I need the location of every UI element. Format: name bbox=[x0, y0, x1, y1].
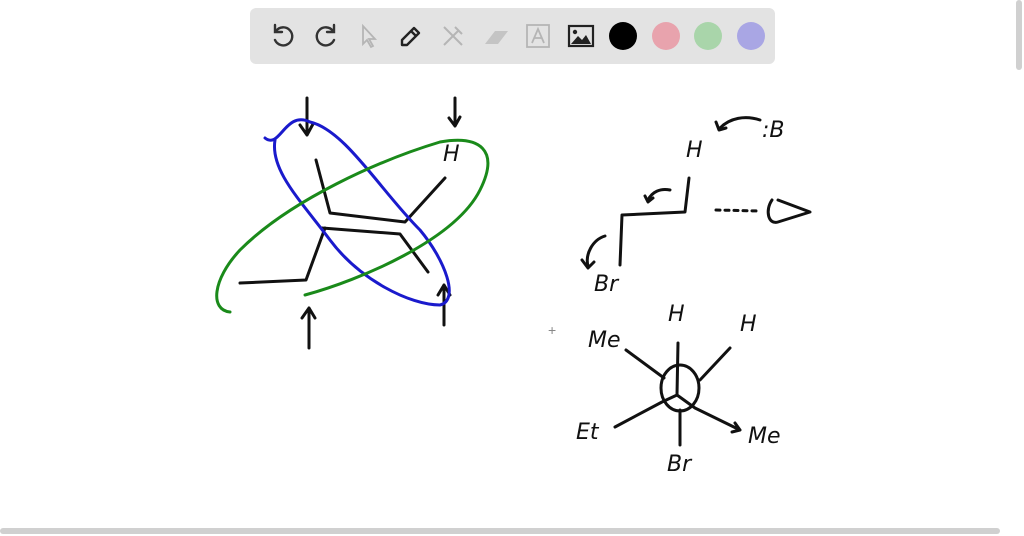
label-h: H bbox=[686, 138, 703, 163]
redo-icon bbox=[315, 23, 335, 47]
color-green[interactable] bbox=[687, 16, 730, 56]
select-tool[interactable] bbox=[347, 16, 390, 56]
text-tool[interactable] bbox=[517, 16, 560, 56]
color-purple[interactable] bbox=[730, 16, 773, 56]
vertical-scrollbar[interactable] bbox=[1016, 0, 1022, 70]
undo-button[interactable] bbox=[262, 16, 305, 56]
cursor-crosshair-icon: + bbox=[548, 322, 557, 338]
label-h: H bbox=[668, 302, 685, 327]
label-br: Br bbox=[594, 272, 619, 297]
pencil-icon bbox=[400, 26, 420, 47]
undo-icon bbox=[274, 23, 294, 47]
color-swatch bbox=[694, 22, 723, 50]
hammer-wrench-icon bbox=[443, 26, 463, 46]
label-me: Me bbox=[748, 424, 781, 449]
eraser-icon bbox=[484, 31, 508, 44]
label-et: Et bbox=[576, 420, 599, 445]
label-br: Br bbox=[667, 452, 692, 477]
color-swatch bbox=[736, 22, 765, 50]
text-box-icon bbox=[526, 24, 551, 48]
color-swatch bbox=[609, 22, 638, 50]
label-h: H bbox=[740, 312, 757, 337]
whiteboard-canvas[interactable] bbox=[0, 0, 1024, 536]
color-black[interactable] bbox=[602, 16, 645, 56]
redo-button[interactable] bbox=[305, 16, 348, 56]
horizontal-scrollbar[interactable] bbox=[0, 528, 1000, 534]
pen-tool[interactable] bbox=[390, 16, 433, 56]
image-icon bbox=[567, 24, 594, 48]
image-tool[interactable] bbox=[560, 16, 603, 56]
label-me: Me bbox=[588, 328, 621, 353]
color-pink[interactable] bbox=[645, 16, 688, 56]
newman-projection bbox=[613, 341, 742, 447]
label-h: H bbox=[443, 142, 460, 167]
tools-button[interactable] bbox=[432, 16, 475, 56]
cursor-arrow-icon bbox=[362, 23, 378, 49]
eraser-tool[interactable] bbox=[475, 16, 518, 56]
drawing-toolbar bbox=[250, 8, 775, 64]
label-base: :B bbox=[762, 118, 785, 143]
color-swatch bbox=[651, 22, 680, 50]
